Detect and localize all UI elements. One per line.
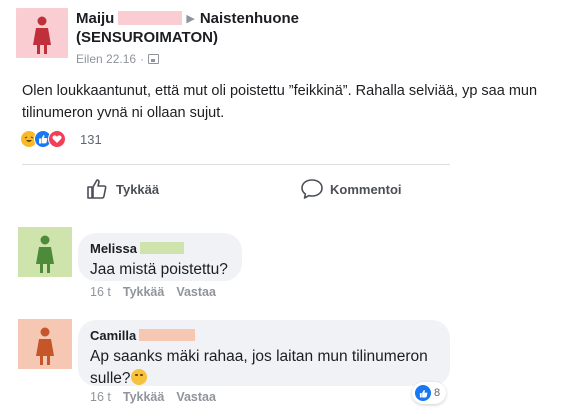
comment-timestamp[interactable]: 16 t [90, 390, 111, 404]
comment-bubble: Melissa Jaa mistä poistettu? [78, 233, 242, 281]
group-name[interactable]: Naistenhuone [200, 10, 299, 27]
post-author-avatar[interactable] [16, 8, 68, 58]
post-body-text: Olen loukkaantunut, että mut oli poistet… [22, 83, 538, 121]
triangle-right-icon: ▶ [186, 13, 195, 25]
comment-meta: 16 t Tykkää Vastaa [90, 285, 228, 299]
name-redaction [139, 329, 196, 341]
comment-button-label: Kommentoi [330, 181, 402, 197]
female-silhouette-icon [36, 235, 54, 273]
comment-text: Jaa mistä poistettu? [90, 261, 228, 278]
comment-like-count-badge[interactable]: 8 [412, 382, 447, 404]
thumbs-up-icon [87, 179, 107, 199]
comment-timestamp[interactable]: 16 t [90, 285, 111, 299]
name-redaction [118, 11, 183, 25]
female-silhouette-icon [33, 16, 51, 54]
comment-text: Ap saanks mäki rahaa, jos laitan mun til… [90, 348, 428, 387]
comment-meta: 16 t Tykkää Vastaa [90, 390, 228, 404]
like-reaction-icon [415, 385, 431, 401]
comment-bubble: Camilla Ap saanks mäki rahaa, jos laitan… [78, 320, 450, 387]
post-timestamp[interactable]: Eilen 22.16 [76, 52, 136, 66]
post-meta: Eilen 22.16 · [76, 52, 160, 66]
comment-bubble-icon [301, 179, 323, 199]
comment-author-name[interactable]: Melissa [90, 241, 230, 257]
reaction-count: 131 [80, 132, 102, 147]
comment-like-count: 8 [434, 387, 441, 399]
comment-reply-link[interactable]: Vastaa [176, 285, 216, 299]
name-redaction [139, 242, 184, 254]
comment-author-avatar[interactable] [18, 319, 72, 369]
comment-author-name[interactable]: Camilla [90, 328, 438, 344]
group-name-suffix[interactable]: (SENSUROIMATON) [76, 29, 218, 47]
like-button[interactable]: Tykkää [86, 176, 159, 202]
love-reaction-icon [48, 130, 66, 148]
meta-separator: · [140, 52, 145, 66]
post-header: Maiju ▶ Naistenhuone [76, 10, 299, 28]
comment-like-link[interactable]: Tykkää [123, 390, 164, 404]
post-author-name[interactable]: Maiju [76, 10, 114, 28]
comment-reply-link[interactable]: Vastaa [176, 390, 216, 404]
thinking-emoji-icon [130, 369, 147, 385]
comment-author-avatar[interactable] [18, 227, 72, 277]
like-button-label: Tykkää [116, 181, 160, 197]
comment-button[interactable]: Kommentoi [300, 176, 402, 202]
female-silhouette-icon [36, 327, 54, 365]
divider [22, 164, 450, 165]
photo-icon [148, 54, 160, 64]
comment-like-link[interactable]: Tykkää [123, 285, 164, 299]
